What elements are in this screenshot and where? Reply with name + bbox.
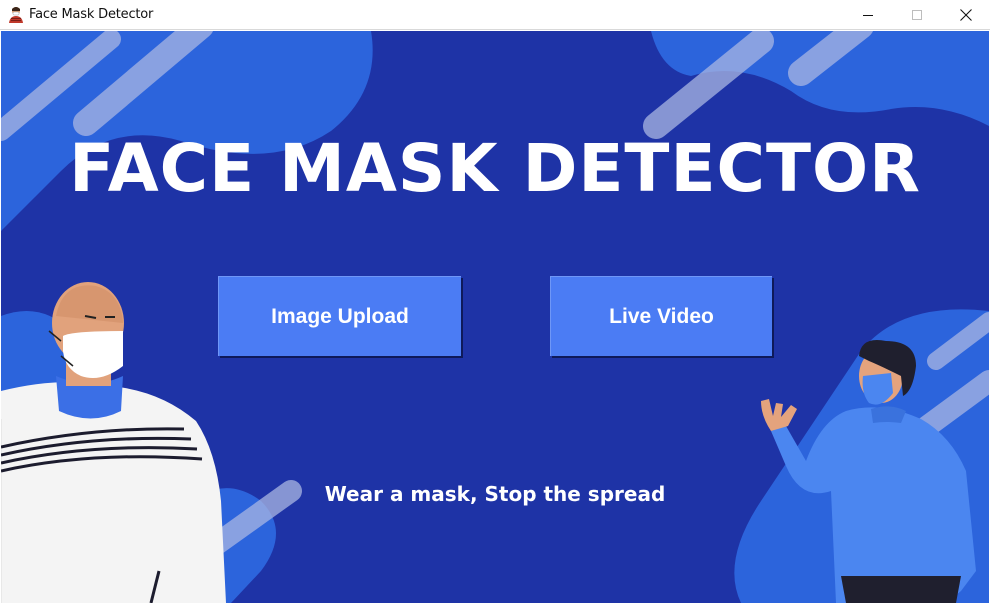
window-title: Face Mask Detector (29, 7, 154, 22)
masked-person-icon (8, 6, 24, 23)
image-upload-button[interactable]: Image Upload (218, 276, 461, 356)
main-canvas: FACE MASK DETECTOR Image Upload Live Vid… (1, 31, 989, 603)
minimize-button[interactable] (845, 0, 891, 30)
title-bar[interactable]: Face Mask Detector (0, 0, 990, 30)
maximize-icon (912, 10, 922, 20)
maximize-button[interactable] (894, 0, 940, 30)
close-icon (960, 9, 972, 21)
app-window: Face Mask Detector FACE MASK DETECTOR Im… (0, 0, 990, 603)
minimize-icon (863, 10, 873, 20)
close-button[interactable] (943, 0, 989, 30)
tagline: Wear a mask, Stop the spread (324, 482, 666, 506)
background-illustration (1, 31, 989, 603)
page-title: FACE MASK DETECTOR (69, 130, 921, 207)
live-video-button[interactable]: Live Video (550, 276, 772, 356)
